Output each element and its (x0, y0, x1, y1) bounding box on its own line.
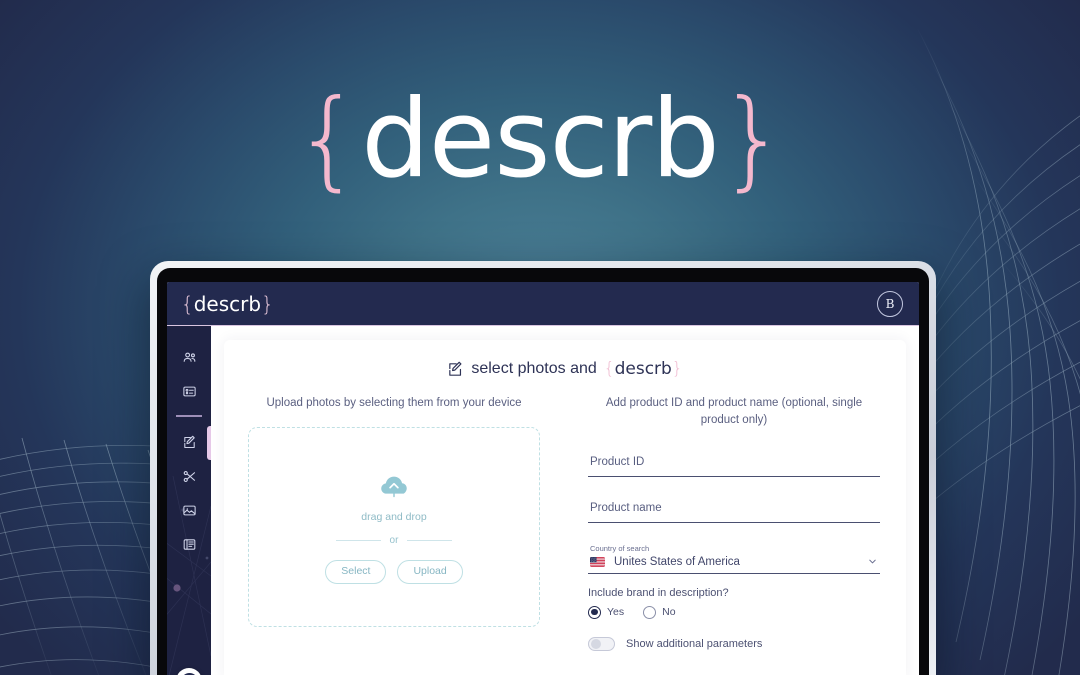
radio-yes-input[interactable] (588, 605, 601, 619)
app-screen: {descrb} B select photos and {descrb} Up… (167, 282, 919, 675)
sidebar-active-indicator (207, 425, 211, 460)
app-logo-text: descrb (193, 291, 262, 316)
chevron-down-icon[interactable] (867, 556, 878, 567)
radio-no-input[interactable] (643, 605, 657, 619)
edit-icon (183, 435, 195, 449)
app-logo-brace-open: { (181, 291, 194, 316)
main-content: select photos and {descrb} Upload photos… (211, 326, 919, 675)
app-logo[interactable]: {descrb} (181, 294, 274, 314)
dropzone-buttons: Select Upload (325, 559, 463, 584)
product-info-heading: Add product ID and product name (optiona… (605, 397, 863, 427)
select-button[interactable]: Select (325, 559, 387, 584)
country-select[interactable]: Country of search Unites States of Ameri… (588, 537, 880, 574)
cloud-upload-icon (381, 476, 407, 498)
product-id-placeholder: Product ID (590, 455, 645, 468)
file-dropzone[interactable]: drag and drop or Select Upload (248, 427, 540, 628)
additional-parameters-row[interactable]: Show additional parameters (588, 636, 880, 651)
sidebar-item-listings[interactable] (167, 374, 211, 408)
page-title-brand: descrb (614, 359, 672, 379)
app-body: select photos and {descrb} Upload photos… (167, 326, 919, 675)
edit-square-icon (449, 361, 462, 376)
or-text: or (389, 534, 399, 546)
us-flag-icon (590, 556, 605, 567)
page-title-text: select photos and (471, 360, 597, 377)
additional-parameters-label: Show additional parameters (626, 637, 763, 650)
scissors-icon (183, 470, 195, 483)
or-divider: or (335, 534, 453, 546)
avatar-initial: B (885, 296, 895, 311)
page-title-brace-close: } (671, 359, 683, 379)
upload-column: Upload photos by selecting them from you… (244, 395, 562, 651)
country-label: Country of search (590, 543, 650, 553)
sidebar-item-describe[interactable] (167, 425, 211, 460)
page-title-logo: {descrb} (604, 359, 683, 379)
laptop-frame: {descrb} B select photos and {descrb} Up… (150, 261, 936, 675)
sidebar-item-users[interactable] (167, 340, 211, 374)
product-info-column: Add product ID and product name (optiona… (562, 395, 886, 651)
dropzone-label: drag and drop (361, 510, 427, 523)
two-column-layout: Upload photos by selecting them from you… (244, 395, 886, 651)
sidebar-item-edit-tools[interactable] (167, 460, 211, 494)
laptop-bezel: {descrb} B select photos and {descrb} Up… (157, 268, 929, 675)
or-line-right (407, 539, 453, 541)
app-logo-brace-close: } (261, 291, 274, 316)
users-icon (183, 352, 195, 362)
country-value: Unites States of America (614, 555, 740, 568)
product-id-field[interactable]: Product ID (588, 445, 880, 477)
article-icon (183, 539, 195, 550)
sidebar-item-articles[interactable] (167, 528, 211, 562)
app-topbar: {descrb} B (167, 282, 919, 326)
page-title: select photos and {descrb} (244, 352, 886, 395)
sidebar (167, 326, 211, 675)
laptop-mockup: {descrb} B select photos and {descrb} Up… (150, 261, 936, 675)
brand-question-label: Include brand in description? (588, 586, 729, 599)
toggle-knob (590, 639, 601, 649)
product-name-field[interactable]: Product name (588, 491, 880, 523)
upload-button[interactable]: Upload (397, 559, 463, 584)
content-card: select photos and {descrb} Upload photos… (224, 340, 906, 675)
radio-option-no[interactable]: No (643, 605, 676, 619)
avatar[interactable]: B (877, 290, 903, 317)
sidebar-item-images[interactable] (167, 494, 211, 528)
list-card-icon (182, 386, 196, 396)
radio-option-yes[interactable]: Yes (588, 605, 625, 619)
brand-radio-group: Yes No (588, 605, 880, 619)
or-line-left (335, 539, 381, 541)
sidebar-divider (176, 415, 202, 417)
radio-yes-label: Yes (607, 606, 625, 618)
product-name-placeholder: Product name (590, 501, 662, 514)
upload-column-heading: Upload photos by selecting them from you… (266, 397, 522, 409)
page-title-brace-open: { (603, 359, 615, 379)
radio-no-label: No (662, 606, 676, 618)
additional-parameters-toggle[interactable] (588, 636, 615, 651)
image-icon (182, 505, 196, 516)
